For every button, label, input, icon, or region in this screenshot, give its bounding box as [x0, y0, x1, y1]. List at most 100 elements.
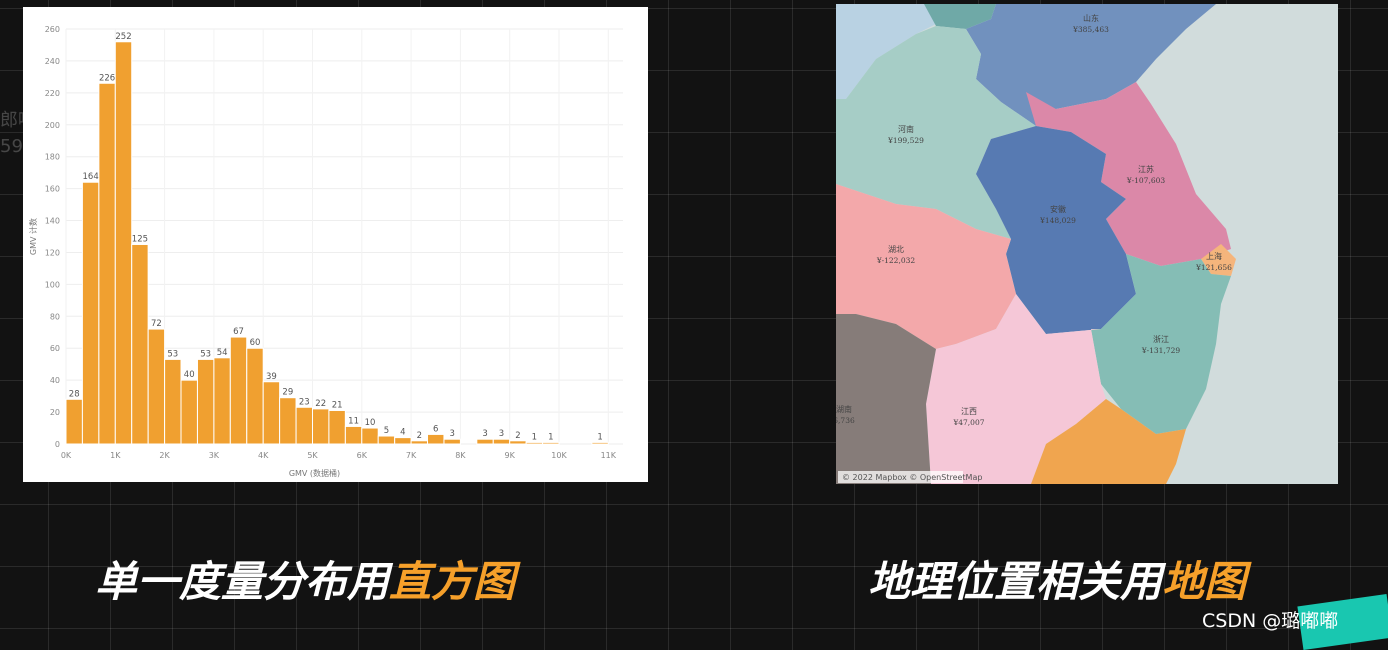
- region-map: © 2022 Mapbox © OpenStreetMap 山东 ¥385,463…: [836, 4, 1338, 484]
- region-value-label: ¥-131,729: [1141, 346, 1181, 355]
- bar-data-label: 53: [200, 349, 211, 359]
- map-panel: © 2022 Mapbox © OpenStreetMap 山东 ¥385,463…: [836, 4, 1338, 484]
- bar-data-label: 2: [515, 431, 520, 441]
- bar-data-label: 11: [348, 416, 359, 426]
- x-tick-label: 0K: [61, 451, 72, 460]
- x-tick-label: 2K: [159, 451, 170, 460]
- region-name-label: 浙江: [1153, 334, 1169, 344]
- histogram-bar[interactable]: [492, 438, 511, 445]
- bar-data-label: 72: [151, 319, 162, 329]
- x-tick-label: 10K: [551, 451, 567, 460]
- x-tick-label: 8K: [455, 451, 466, 460]
- histogram-bar[interactable]: [98, 82, 116, 445]
- bar-data-label: 2: [417, 431, 422, 441]
- bar-data-label: 226: [99, 73, 115, 83]
- histogram-bar[interactable]: [246, 347, 264, 445]
- x-tick-label: 3K: [209, 451, 220, 460]
- caption-left-plain: 单一度量分布用: [95, 557, 390, 606]
- histogram-bar[interactable]: [443, 438, 461, 445]
- bar-data-label: 40: [184, 370, 195, 380]
- caption-map: 地理位置相关用地图: [868, 552, 1246, 612]
- bar-data-label: 1: [532, 432, 537, 442]
- x-tick-label: 5K: [307, 451, 318, 460]
- histogram-bar[interactable]: [344, 425, 363, 445]
- histogram-chart: 0204060801001201401601802002202402600K 1K…: [28, 25, 623, 478]
- bar-data-label: 21: [332, 400, 343, 410]
- histogram-bar[interactable]: [328, 409, 346, 445]
- y-tick-label: 160: [45, 185, 60, 194]
- histogram-bar[interactable]: [427, 433, 445, 445]
- y-tick-label: 140: [45, 217, 60, 226]
- bar-data-label: 53: [167, 349, 178, 359]
- histogram-bar[interactable]: [213, 357, 231, 445]
- bar-data-label: 1: [597, 432, 602, 442]
- histogram-bar[interactable]: [65, 398, 83, 445]
- y-tick-label: 200: [45, 121, 60, 130]
- y-tick-label: 220: [45, 89, 60, 98]
- caption-left-highlight: 直方图: [389, 557, 516, 606]
- histogram-bar[interactable]: [229, 336, 248, 445]
- x-tick-label: 9K: [505, 451, 516, 460]
- x-axis-label: GMV (数据桶): [289, 468, 340, 478]
- histogram-bar[interactable]: [410, 440, 429, 445]
- y-axis-label: GMV 计数: [28, 218, 38, 255]
- region-value-label: ¥-122,032: [876, 256, 916, 265]
- y-tick-label: 100: [45, 280, 60, 289]
- histogram-bar[interactable]: [525, 441, 544, 445]
- region-value-label: ¥199,529: [887, 136, 924, 145]
- region-value-label: ¥47,007: [952, 418, 984, 427]
- y-tick-label: 20: [50, 408, 60, 417]
- bar-data-label: 10: [365, 418, 376, 428]
- y-tick-label: 60: [50, 344, 60, 353]
- histogram-bar[interactable]: [114, 41, 133, 445]
- histogram-bar[interactable]: [542, 441, 560, 445]
- region-value-label: ¥385,463: [1072, 25, 1109, 34]
- y-tick-label: 180: [45, 153, 60, 162]
- bar-data-label: 39: [266, 372, 277, 382]
- histogram-bar[interactable]: [295, 406, 313, 445]
- bar-data-label: 4: [400, 428, 405, 438]
- region-name-label: 河南: [898, 124, 914, 134]
- region-name-label: 山东: [1083, 13, 1099, 23]
- histogram-bar[interactable]: [180, 379, 198, 445]
- histogram-bar[interactable]: [262, 381, 281, 445]
- bar-data-label: 3: [482, 429, 487, 439]
- region-name-label: 上海: [1206, 251, 1222, 261]
- bar-data-label: 164: [83, 172, 99, 182]
- x-tick-label: 11K: [601, 451, 617, 460]
- region-name-label: 江苏: [1138, 164, 1154, 174]
- histogram-bar[interactable]: [312, 408, 330, 445]
- x-tick-label: 6K: [357, 451, 368, 460]
- histogram-bar[interactable]: [279, 397, 297, 445]
- histogram-bar[interactable]: [147, 328, 166, 445]
- bar-data-label: 3: [449, 429, 454, 439]
- region-value-label: ¥-107,603: [1126, 176, 1166, 185]
- region-value-label: ¥121,656: [1195, 263, 1232, 272]
- histogram-bar[interactable]: [196, 358, 215, 445]
- map-attribution: © 2022 Mapbox © OpenStreetMap: [842, 473, 982, 482]
- bar-data-label: 22: [315, 399, 326, 409]
- histogram-bar[interactable]: [377, 435, 396, 445]
- y-tick-label: 40: [50, 376, 60, 385]
- bar-data-label: 28: [69, 389, 80, 399]
- y-tick-label: 260: [45, 25, 60, 34]
- region-name-label: 安徽: [1050, 204, 1066, 214]
- bar-data-label: 125: [132, 234, 148, 244]
- histogram-bar[interactable]: [476, 438, 494, 445]
- bar-data-label: 1: [548, 432, 553, 442]
- y-tick-label: 240: [45, 57, 60, 66]
- histogram-bar[interactable]: [131, 243, 149, 445]
- x-tick-label: 1K: [110, 451, 121, 460]
- histogram-bar[interactable]: [164, 358, 182, 445]
- histogram-bar[interactable]: [81, 181, 100, 445]
- y-tick-label: 120: [45, 248, 60, 257]
- x-tick-label: 7K: [406, 451, 417, 460]
- histogram-bar[interactable]: [361, 427, 379, 445]
- caption-histogram: 单一度量分布用直方图: [95, 552, 515, 612]
- region-name-label: 湖北: [888, 245, 904, 254]
- bar-data-label: 3: [499, 429, 504, 439]
- bar-data-label: 29: [282, 388, 293, 398]
- histogram-bar[interactable]: [509, 440, 527, 445]
- histogram-bar[interactable]: [394, 437, 412, 445]
- histogram-bar[interactable]: [591, 441, 609, 445]
